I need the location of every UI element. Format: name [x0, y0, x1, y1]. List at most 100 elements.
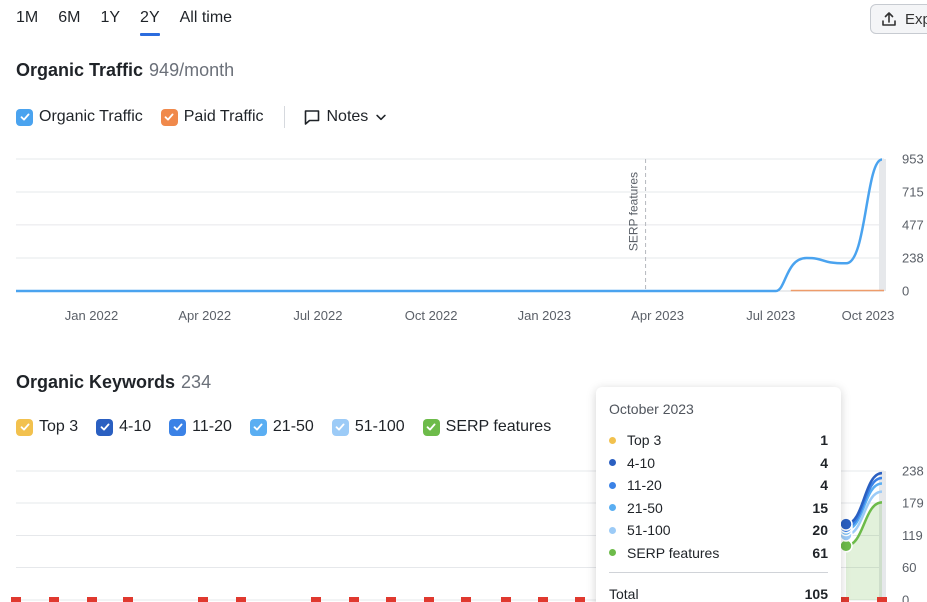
check-icon: [20, 113, 29, 121]
tooltip-row-label: 51-100: [627, 522, 671, 539]
database-marker[interactable]: [198, 597, 208, 602]
tooltip-row-value: 1: [820, 432, 828, 449]
organic-traffic-chart[interactable]: 953 715 477 238 0 Jan 2022 Apr 2022 Jul 2022 Oct…: [0, 140, 927, 340]
legend-organic-traffic[interactable]: Organic Traffic: [16, 108, 143, 126]
range-tab-6m[interactable]: 6M: [58, 6, 80, 30]
range-tab-2y[interactable]: 2Y: [140, 6, 160, 36]
hover-bar: [879, 159, 886, 291]
tooltip-total-row: Total 105: [609, 583, 828, 602]
database-marker[interactable]: [501, 597, 511, 602]
check-icon: [335, 423, 345, 431]
legend-divider: [283, 106, 285, 128]
legend-checkbox[interactable]: [16, 418, 33, 436]
database-marker[interactable]: [386, 597, 396, 602]
x-tick-label: Apr 2022: [178, 308, 231, 323]
x-tick-label: Jul 2022: [293, 308, 342, 323]
date-range-tabs: 1M 6M 1Y 2Y All time: [16, 6, 252, 36]
y-tick-label: 0: [902, 284, 909, 299]
y-tick-label: 179: [902, 495, 924, 510]
tooltip-row-value: 4: [820, 477, 828, 494]
organic-traffic-title-text: Organic Traffic: [16, 60, 144, 80]
y-tick-label: 238: [902, 464, 924, 479]
notes-button[interactable]: Notes: [303, 108, 389, 126]
database-marker[interactable]: [311, 597, 321, 602]
x-tick-label: Jan 2023: [518, 308, 572, 323]
legend-keywords-11-20[interactable]: 11-20: [169, 418, 232, 436]
checkbox-paid-traffic[interactable]: [160, 108, 178, 126]
legend-checkbox[interactable]: [249, 418, 267, 436]
legend-label: Top 3: [39, 418, 79, 435]
database-marker[interactable]: [424, 597, 434, 602]
tooltip-row-label: Top 3: [627, 432, 662, 449]
legend-label: 51-100: [354, 418, 405, 435]
check-icon: [426, 423, 436, 431]
export-label: Export: [905, 10, 927, 28]
tooltip-row-label: 4-10: [627, 454, 656, 471]
range-tab-all-time[interactable]: All time: [180, 6, 232, 30]
database-marker[interactable]: [349, 597, 359, 602]
check-icon: [254, 423, 263, 431]
tooltip-rows: Top 3 1 4-10 4 11-20 4 21-50 15 51-100 20 SERP fea…: [609, 429, 828, 564]
range-tab-1y[interactable]: 1Y: [100, 6, 120, 30]
tooltip-row: 51-100 20: [609, 519, 828, 542]
tooltip-separator: [609, 572, 828, 573]
legend-label: 11-20: [192, 418, 232, 435]
tooltip-dot: [609, 504, 616, 512]
legend-keywords-21-50[interactable]: 21-50: [249, 418, 314, 436]
tooltip-dot: [609, 526, 616, 534]
tooltip-row-value: 15: [812, 499, 828, 516]
legend-checkbox[interactable]: [96, 418, 114, 436]
keywords-legend: Top 3 4-10 11-20 21-50 51-100 SERP features: [16, 418, 569, 436]
database-marker[interactable]: [236, 597, 246, 602]
tooltip-total-value: 105: [804, 586, 828, 602]
tooltip-row: Top 3 1: [609, 429, 828, 452]
database-marker[interactable]: [123, 597, 133, 602]
y-tick-label: 477: [902, 217, 924, 232]
legend-keywords-51-100[interactable]: 51-100: [331, 418, 405, 436]
x-tick-label: Apr 2023: [631, 308, 684, 323]
tooltip-title: October 2023: [609, 401, 694, 417]
database-marker[interactable]: [877, 597, 887, 602]
checkbox-organic-traffic[interactable]: [16, 108, 33, 126]
x-tick-label: Oct 2022: [405, 308, 458, 323]
legend-paid-traffic[interactable]: Paid Traffic: [160, 108, 264, 126]
database-marker[interactable]: [87, 597, 97, 602]
y-tick-label: 715: [902, 184, 924, 199]
export-button[interactable]: Export: [870, 4, 927, 34]
y-tick-label: 0: [902, 593, 909, 602]
y-tick-label: 953: [902, 152, 924, 167]
range-tab-1m[interactable]: 1M: [16, 6, 38, 30]
legend-label: Paid Traffic: [183, 108, 264, 125]
legend-label: 4-10: [119, 418, 152, 435]
tooltip-row-label: 21-50: [627, 499, 663, 516]
check-icon: [173, 423, 183, 431]
legend-keywords-top-3[interactable]: Top 3: [16, 418, 78, 436]
series-point: [839, 517, 853, 531]
upload-icon: [882, 12, 896, 26]
legend-label: Organic Traffic: [39, 108, 143, 125]
notes-label: Notes: [326, 108, 369, 125]
organic-keywords-value: 234: [181, 372, 212, 392]
database-marker[interactable]: [538, 597, 548, 602]
legend-checkbox[interactable]: [422, 418, 440, 436]
tooltip-dot: [609, 481, 616, 489]
tooltip-row: 4-10 4: [609, 452, 828, 475]
y-tick-label: 119: [902, 528, 923, 543]
database-marker[interactable]: [461, 597, 471, 602]
legend-keywords-serp-features[interactable]: SERP features: [422, 418, 551, 436]
organic-keywords-title: Organic Keywords 234: [16, 372, 211, 393]
legend-checkbox[interactable]: [331, 418, 349, 436]
tooltip-row: 21-50 15: [609, 497, 828, 520]
legend-keywords-4-10[interactable]: 4-10: [96, 418, 151, 436]
organic-keywords-title-text: Organic Keywords: [16, 372, 176, 392]
chart-tooltip: October 2023 Top 3 1 4-10 4 11-20 4 21-50 15 51-…: [596, 387, 841, 602]
x-tick-label: Jul 2023: [746, 308, 795, 323]
legend-checkbox[interactable]: [169, 418, 187, 436]
database-marker[interactable]: [11, 597, 21, 602]
check-icon: [100, 423, 110, 431]
database-marker[interactable]: [49, 597, 59, 602]
check-icon: [20, 423, 29, 431]
database-marker[interactable]: [575, 597, 585, 602]
tooltip-dot: [609, 549, 616, 557]
check-icon: [164, 113, 174, 121]
